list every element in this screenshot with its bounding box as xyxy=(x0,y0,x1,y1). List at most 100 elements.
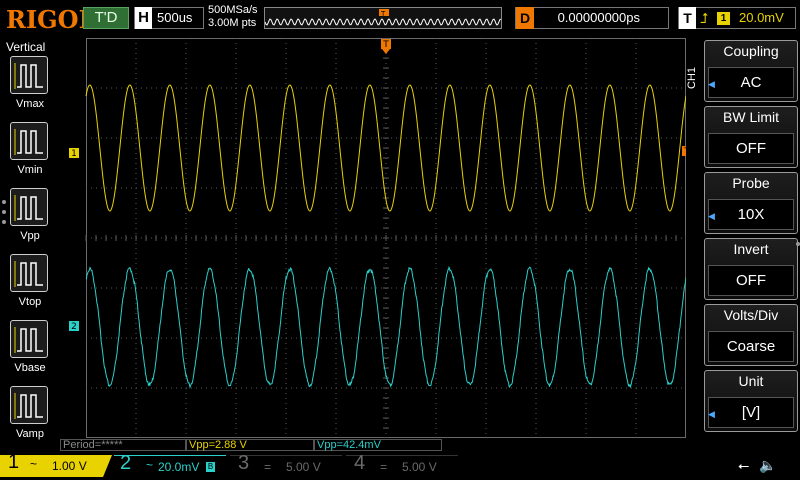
menu-scroll-indicator xyxy=(2,200,6,230)
rising-edge-icon: ⮥ xyxy=(700,10,709,26)
channel-4-number: 4 xyxy=(354,452,366,474)
channel-4-scale: 5.00 V xyxy=(402,460,437,474)
vmax-icon[interactable] xyxy=(10,56,48,94)
channel-tag: CH1 xyxy=(686,67,698,90)
channel-4-coupling-icon: = xyxy=(380,460,388,474)
measurement-bar: Period=***** Vpp=2.88 V Vpp=42.4mV xyxy=(60,438,686,452)
trigger-level-marker[interactable]: T xyxy=(682,146,686,157)
channel-1-coupling-icon: ~ xyxy=(30,457,38,471)
delay-label: D xyxy=(516,7,534,29)
channel-2-scale: 20.0mV xyxy=(158,460,200,474)
measure-item-label: Vtop xyxy=(18,296,42,308)
measure-item-vbase[interactable]: Vbase xyxy=(10,320,50,374)
trigger-position-label: T xyxy=(380,10,386,18)
measure-item-label: Vbase xyxy=(14,362,46,374)
channel-2-coupling-icon: ~ xyxy=(146,458,154,472)
waveform-graticule: 1 2 T T xyxy=(69,38,686,438)
trigger-source: 1 xyxy=(717,12,730,25)
left-arrow-icon: ◀ xyxy=(708,79,715,89)
menu-volts-div-label: Volts/Div xyxy=(723,307,779,323)
menu-probe[interactable]: Probe 10X ◀ xyxy=(704,172,798,234)
menu-title: Vertical xyxy=(6,40,46,54)
left-arrow-icon: ◀ xyxy=(708,409,715,419)
ch2-waveform xyxy=(85,266,686,390)
measure-item-vmin[interactable]: Vmin xyxy=(10,122,50,176)
menu-volts-div-value: Coarse xyxy=(708,331,794,362)
bandwidth-limit-icon: B xyxy=(206,462,215,472)
channel-3-status[interactable]: 3 = 5.00 V xyxy=(230,452,342,477)
menu-invert-value: OFF xyxy=(708,265,794,296)
menu-invert[interactable]: Invert OFF xyxy=(704,238,798,300)
trigger-position-marker[interactable]: T xyxy=(381,39,391,50)
measure-item-vpp[interactable]: Vpp xyxy=(10,188,50,242)
menu-unit[interactable]: Unit [V] ◀ xyxy=(704,370,798,432)
ch2-offset-marker-label: 2 xyxy=(71,322,77,332)
delay-box[interactable]: D 0.00000000ps xyxy=(515,7,669,29)
memory-depth: 3.00M pts xyxy=(208,17,257,29)
menu-probe-value: 10X xyxy=(708,199,794,230)
horizontal-label: H xyxy=(135,7,152,29)
ch1-offset-marker-label: 1 xyxy=(71,149,77,159)
vmin-icon[interactable] xyxy=(10,122,48,160)
trigger-box[interactable]: T ⮥ 1 20.0mV xyxy=(678,7,796,29)
measurement-ch1-vpp[interactable]: Vpp=2.88 V xyxy=(186,439,314,451)
vpp-icon[interactable] xyxy=(10,188,48,226)
ch1-offset-marker[interactable]: 1 xyxy=(69,148,79,159)
measure-item-label: Vpp xyxy=(20,230,40,242)
trigger-arrow-icon xyxy=(382,49,390,54)
menu-invert-label: Invert xyxy=(733,241,769,257)
system-icons: ⭠ 🔈 xyxy=(738,457,783,474)
memory-waveform-preview: T xyxy=(264,9,502,26)
measure-item-label: Vmin xyxy=(17,164,43,176)
memory-overview-strip[interactable]: T xyxy=(264,7,502,29)
menu-coupling[interactable]: Coupling AC ◀ xyxy=(704,40,798,102)
trigger-level: 20.0mV xyxy=(739,10,784,25)
sound-muted-icon[interactable]: 🔈 xyxy=(759,457,776,473)
measurement-ch2-vpp[interactable]: Vpp=42.4mV xyxy=(314,439,442,451)
measure-item-vmax[interactable]: Vmax xyxy=(10,56,50,110)
channel-status-bar: 1 ~ 1.00 V 2 ~ 20.0mV B 3 = 5.00 V 4 = 5… xyxy=(0,452,800,480)
menu-bw-limit-label: BW Limit xyxy=(723,109,779,125)
menu-bw-limit-value: OFF xyxy=(708,133,794,164)
menu-bw-limit[interactable]: BW Limit OFF xyxy=(704,106,798,168)
measurement-period[interactable]: Period=***** xyxy=(60,439,186,451)
timebase-value: 500us xyxy=(157,10,193,25)
measure-item-label: Vmax xyxy=(15,98,45,110)
measure-item-vamp[interactable]: Vamp xyxy=(10,386,50,440)
top-status-bar: RIGOL T'D H 500us 500MSa/s 3.00M pts T D… xyxy=(0,0,800,37)
waveform-display[interactable]: 1 2 T T xyxy=(60,38,686,438)
trigger-label: T xyxy=(679,7,696,29)
menu-unit-label: Unit xyxy=(738,373,764,389)
channel-3-scale: 5.00 V xyxy=(286,460,321,474)
sample-rate: 500MSa/s xyxy=(208,4,258,16)
trigger-status-badge[interactable]: T'D xyxy=(83,7,129,29)
measure-item-vtop[interactable]: Vtop xyxy=(10,254,50,308)
measure-item-label: Vamp xyxy=(16,428,44,440)
vertical-measure-menu: Vertical Vmax Vmin Vpp Vtop Vbase Vamp xyxy=(0,37,60,450)
channel-3-coupling-icon: = xyxy=(264,460,272,474)
menu-volts-div[interactable]: Volts/Div Coarse xyxy=(704,304,798,366)
menu-coupling-value: AC xyxy=(708,67,794,98)
menu-unit-value: [V] xyxy=(708,397,794,428)
ch2-offset-marker[interactable]: 2 xyxy=(69,321,79,332)
channel-1-scale: 1.00 V xyxy=(52,459,87,473)
channel-4-status[interactable]: 4 = 5.00 V xyxy=(346,452,458,477)
delay-value: 0.00000000ps xyxy=(557,10,640,25)
usb-icon: ⭠ xyxy=(738,457,750,473)
menu-page-indicator xyxy=(796,242,800,246)
channel-1-number: 1 xyxy=(8,451,20,473)
vamp-icon[interactable] xyxy=(10,386,48,424)
channel-2-number: 2 xyxy=(120,452,132,474)
menu-probe-label: Probe xyxy=(732,175,770,191)
channel-2-status[interactable]: 2 ~ 20.0mV B xyxy=(114,452,226,477)
channel-settings-menu: Coupling AC ◀ BW Limit OFF Probe 10X ◀ Invert OFF… xyxy=(704,37,800,450)
horizontal-timebase-box[interactable]: H 500us xyxy=(134,7,204,29)
menu-coupling-label: Coupling xyxy=(723,43,779,59)
vtop-icon[interactable] xyxy=(10,254,48,292)
vbase-icon[interactable] xyxy=(10,320,48,358)
acquisition-info: 500MSa/s 3.00M pts xyxy=(208,4,258,30)
channel-1-status[interactable]: 1 ~ 1.00 V xyxy=(0,455,112,477)
trigger-level-marker-label: T xyxy=(683,147,686,157)
left-arrow-icon: ◀ xyxy=(708,211,715,221)
channel-3-number: 3 xyxy=(238,452,250,474)
